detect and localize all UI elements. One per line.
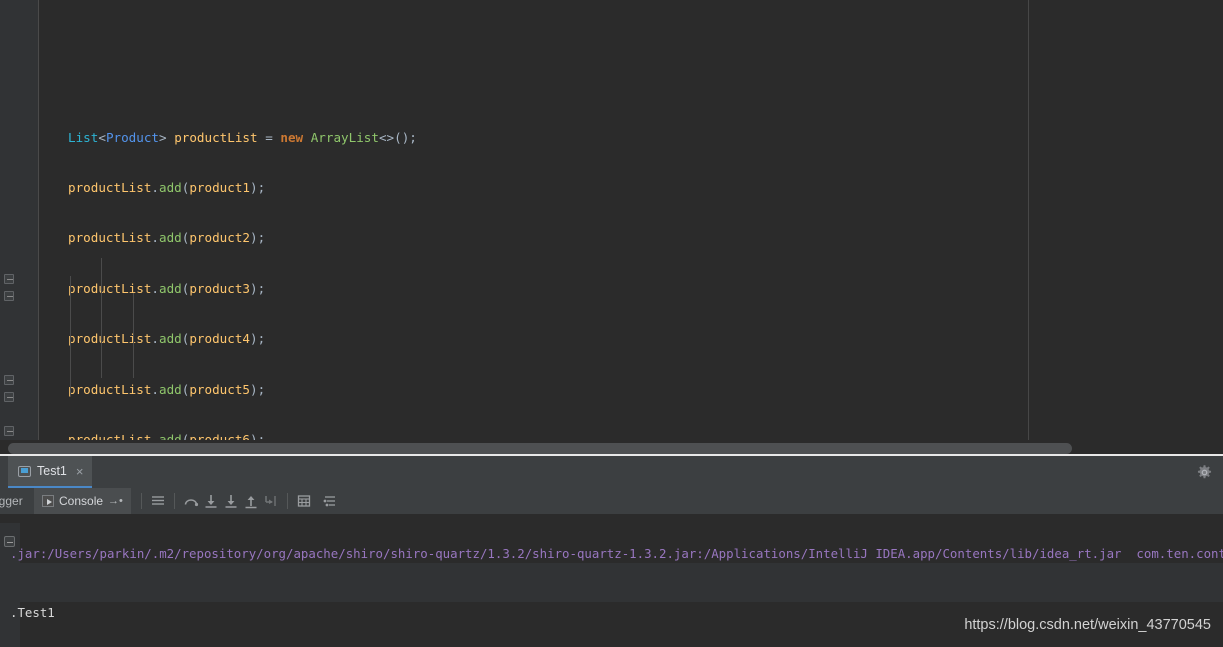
gear-icon[interactable] (1196, 464, 1213, 481)
evaluate-expression-icon[interactable] (294, 491, 314, 511)
code-line: List<Product> productList = new ArrayLis… (68, 129, 417, 145)
lambda-fold-marker[interactable] (4, 426, 14, 436)
console-clip-mask (0, 514, 1223, 523)
play-icon (42, 495, 54, 507)
run-to-cursor-icon[interactable] (261, 491, 281, 511)
code-line: productList.add(product2); (68, 230, 266, 246)
editor-gutter[interactable] (0, 0, 38, 455)
tab-console[interactable]: Console →• (34, 488, 131, 514)
ide-window: List<Product> productList = new ArrayLis… (0, 0, 1223, 647)
code-text[interactable]: List<Product> productList = new ArrayLis… (38, 0, 1223, 447)
indent-guide (101, 258, 102, 378)
code-line: productList.add(product4); (68, 331, 266, 347)
editor-horizontal-scrollbar[interactable] (0, 440, 1223, 455)
step-out-icon[interactable] (241, 491, 261, 511)
debugger-toolbar: ugger Console →• (0, 488, 1223, 514)
step-into-icon[interactable] (201, 491, 221, 511)
close-icon[interactable]: × (76, 464, 84, 479)
tab-test1[interactable]: Test1 × (8, 456, 93, 488)
lambda-fold-marker[interactable] (4, 291, 14, 301)
scrollbar-thumb[interactable] (8, 443, 1072, 454)
console-line: .jar:/Users/parkin/.m2/repository/org/ap… (10, 546, 1223, 561)
lambda-fold-marker[interactable] (4, 392, 14, 402)
step-over-icon[interactable] (181, 491, 201, 511)
code-line: productList.add(product5); (68, 381, 266, 397)
toolbar-divider (173, 493, 175, 509)
run-tab-bar: Test1 × (0, 456, 1223, 488)
lambda-fold-marker[interactable] (4, 274, 14, 284)
soft-wrap-icon[interactable]: →• (108, 495, 123, 507)
code-editor[interactable]: List<Product> productList = new ArrayLis… (0, 0, 1223, 455)
code-line: productList.add(product3); (68, 280, 266, 296)
watermark: https://blog.csdn.net/weixin_43770545 (964, 617, 1211, 633)
lambda-fold-marker[interactable] (4, 375, 14, 385)
code-line: productList.add(product1); (68, 179, 266, 195)
console-label: Console (59, 494, 104, 508)
settings-list-icon[interactable] (320, 491, 340, 511)
toolbar-divider (140, 493, 142, 509)
force-step-into-icon[interactable] (221, 491, 241, 511)
tab-label: Test1 (37, 464, 67, 478)
print-icon[interactable] (148, 491, 168, 511)
right-margin-line (1028, 0, 1029, 440)
toolbar-divider (286, 493, 288, 509)
run-configuration-icon (18, 465, 31, 477)
tab-debugger[interactable]: ugger (0, 494, 34, 508)
